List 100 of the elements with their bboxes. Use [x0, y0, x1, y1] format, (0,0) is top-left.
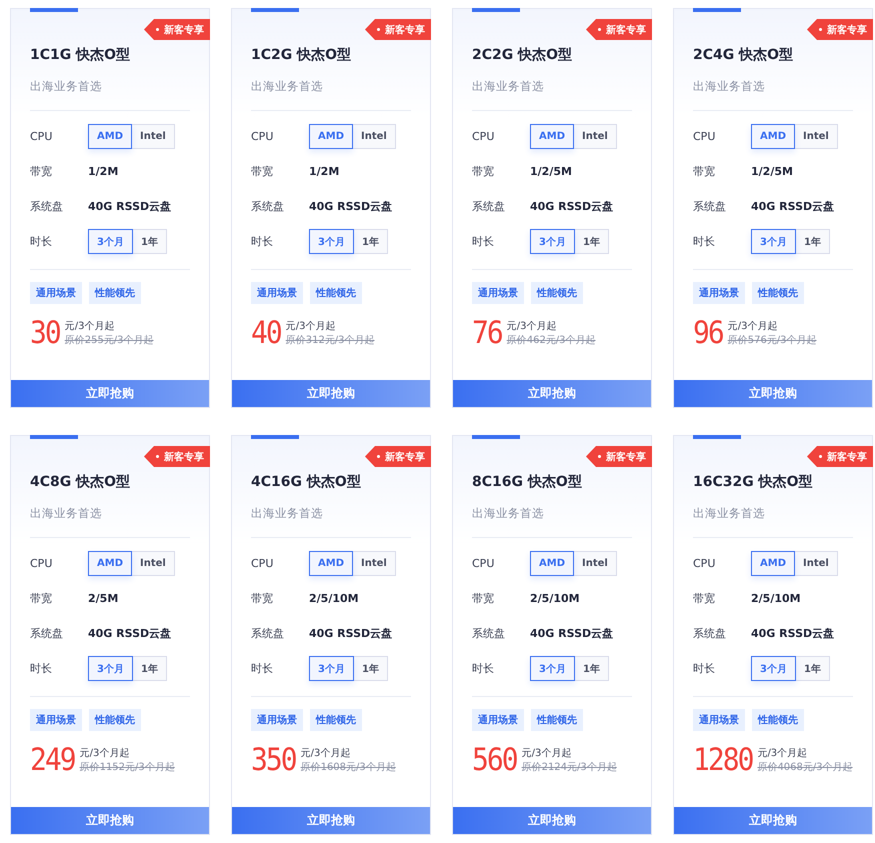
spec-value: 40G RSSD云盘: [309, 626, 392, 641]
spec-label: 系统盘: [251, 199, 285, 214]
option-button[interactable]: AMD: [530, 551, 574, 576]
buy-button[interactable]: 立即抢购: [232, 807, 430, 834]
price: 249: [30, 742, 75, 778]
option-button[interactable]: Intel: [131, 124, 175, 149]
original-price: 原价4068元/3个月起: [757, 760, 853, 774]
option-button[interactable]: 3个月: [530, 229, 575, 254]
accent-bar: [251, 8, 299, 12]
spec-label: 带宽: [251, 164, 274, 179]
option-button[interactable]: Intel: [352, 551, 396, 576]
option-button[interactable]: Intel: [794, 551, 838, 576]
option-button[interactable]: 3个月: [88, 656, 133, 681]
product-title: 4C8G 快杰O型: [30, 473, 132, 491]
option-button[interactable]: 3个月: [530, 656, 575, 681]
option-button[interactable]: Intel: [573, 551, 617, 576]
original-price: 原价1608元/3个月起: [300, 760, 396, 774]
original-price: 原价576元/3个月起: [728, 334, 817, 347]
product-subtitle: 出海业务首选: [472, 79, 545, 94]
option-button[interactable]: 1年: [574, 656, 609, 681]
buy-button[interactable]: 立即抢购: [11, 380, 209, 407]
option-button[interactable]: AMD: [751, 551, 795, 576]
buy-button[interactable]: 立即抢购: [453, 807, 651, 834]
product-subtitle: 出海业务首选: [472, 506, 545, 521]
spec-value: 2/5/10M: [309, 592, 359, 605]
buy-button[interactable]: 立即抢购: [11, 807, 209, 834]
feature-tag: 性能领先: [752, 282, 804, 304]
price-unit: 元/3个月起: [300, 746, 352, 760]
spec-label: CPU: [30, 130, 54, 143]
product-title: 16C32G 快杰O型: [693, 473, 814, 491]
buy-button[interactable]: 立即抢购: [674, 380, 872, 407]
spec-value: 1/2M: [88, 165, 118, 178]
buy-button[interactable]: 立即抢购: [674, 807, 872, 834]
spec-label: 系统盘: [472, 626, 506, 641]
option-button[interactable]: Intel: [573, 124, 617, 149]
option-button[interactable]: 1年: [132, 229, 167, 254]
accent-bar: [693, 435, 741, 439]
option-button[interactable]: Intel: [131, 551, 175, 576]
price: 30: [30, 315, 60, 351]
price-unit: 元/3个月起: [522, 746, 572, 760]
feature-tag: 性能领先: [89, 709, 141, 731]
spec-label: 带宽: [693, 164, 716, 179]
product-title: 8C16G 快杰O型: [472, 473, 583, 491]
price-unit: 元/3个月起: [64, 320, 116, 333]
option-button[interactable]: AMD: [309, 124, 353, 149]
price-unit: 元/3个月起: [286, 320, 336, 333]
buy-button[interactable]: 立即抢购: [453, 380, 651, 407]
spec-value: 1/2/5M: [530, 165, 572, 178]
feature-tag: 性能领先: [310, 282, 362, 304]
spec-label: CPU: [251, 130, 274, 143]
spec-label: 系统盘: [251, 626, 285, 641]
option-button[interactable]: 1年: [352, 229, 388, 254]
promo-badge: 新客专享: [144, 446, 210, 467]
option-button[interactable]: 1年: [352, 656, 388, 681]
accent-bar: [30, 435, 78, 439]
option-button[interactable]: AMD: [88, 551, 132, 576]
option-button[interactable]: AMD: [309, 551, 353, 576]
spec-label: 系统盘: [693, 626, 727, 641]
spec-label: 带宽: [693, 591, 716, 606]
original-price: 原价1152元/3个月起: [80, 760, 175, 774]
option-button[interactable]: 3个月: [751, 229, 796, 254]
spec-value: 2/5/10M: [530, 592, 580, 605]
product-subtitle: 出海业务首选: [30, 506, 103, 521]
option-button[interactable]: 3个月: [309, 229, 354, 254]
spec-value: 40G RSSD云盘: [751, 199, 834, 214]
spec-label: CPU: [693, 557, 716, 570]
spec-label: 时长: [472, 661, 495, 676]
price-unit: 元/3个月起: [506, 320, 558, 333]
spec-label: 带宽: [251, 591, 274, 606]
option-button[interactable]: 3个月: [88, 229, 133, 254]
option-button[interactable]: Intel: [352, 124, 396, 149]
product-subtitle: 出海业务首选: [30, 79, 103, 94]
promo-badge: 新客专享: [365, 446, 431, 467]
price: 76: [472, 315, 502, 351]
option-button[interactable]: 1年: [794, 656, 830, 681]
option-button[interactable]: 1年: [574, 229, 609, 254]
spec-label: 系统盘: [30, 626, 64, 641]
price-unit: 元/3个月起: [728, 320, 778, 333]
option-button[interactable]: 3个月: [751, 656, 796, 681]
option-button[interactable]: 1年: [794, 229, 830, 254]
option-button[interactable]: Intel: [794, 124, 838, 149]
spec-label: 带宽: [30, 164, 53, 179]
feature-tag: 性能领先: [531, 282, 583, 304]
feature-tag: 通用场景: [30, 282, 82, 304]
promo-badge: 新客专享: [586, 446, 652, 467]
option-button[interactable]: 1年: [132, 656, 167, 681]
option-button[interactable]: AMD: [530, 124, 574, 149]
promo-badge: 新客专享: [807, 446, 873, 467]
option-button[interactable]: AMD: [88, 124, 132, 149]
option-button[interactable]: 3个月: [309, 656, 354, 681]
product-subtitle: 出海业务首选: [251, 506, 324, 521]
price: 560: [472, 742, 517, 778]
spec-label: CPU: [251, 557, 274, 570]
feature-tag: 性能领先: [310, 709, 362, 731]
spec-label: CPU: [472, 130, 496, 143]
promo-badge: 新客专享: [365, 19, 431, 40]
buy-button[interactable]: 立即抢购: [232, 380, 430, 407]
option-button[interactable]: AMD: [751, 124, 795, 149]
feature-tag: 通用场景: [693, 709, 745, 731]
spec-value: 40G RSSD云盘: [530, 626, 614, 641]
